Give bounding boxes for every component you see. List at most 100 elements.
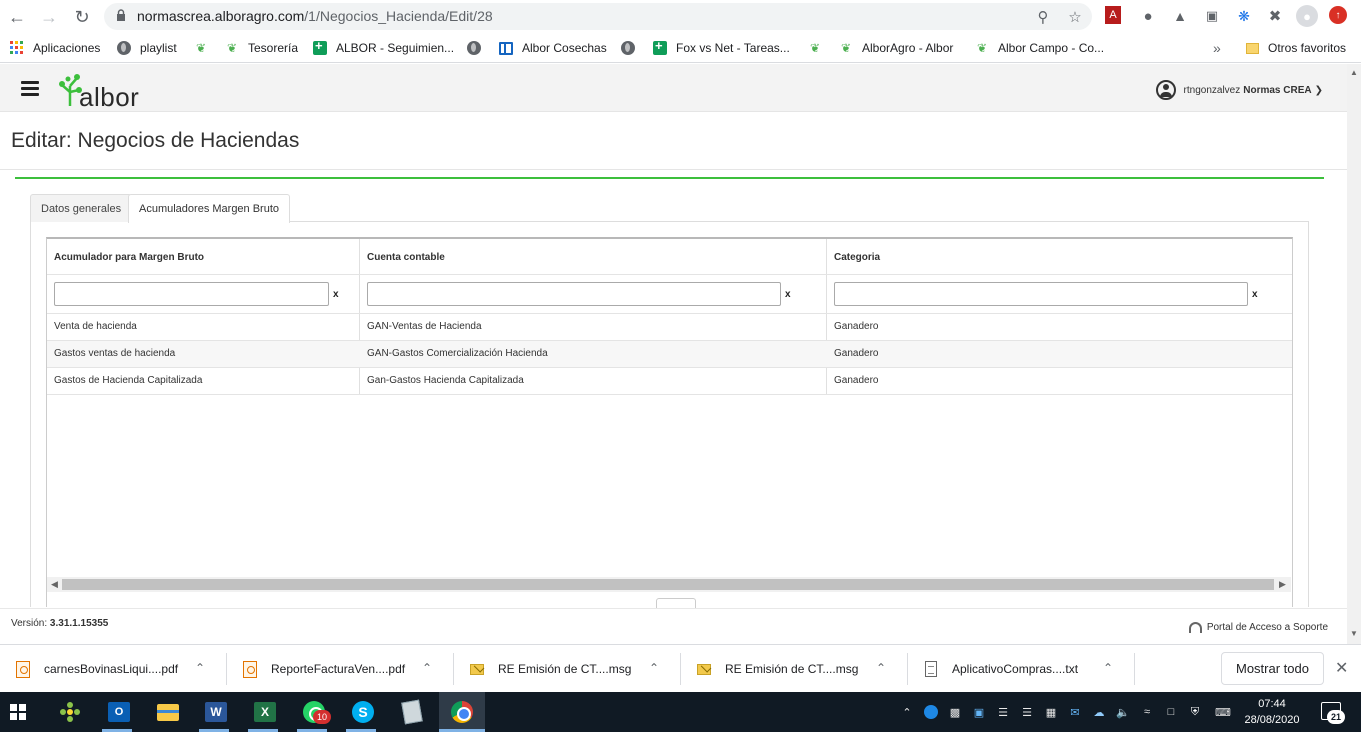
defender-shield-icon[interactable]: ⛨: [1188, 705, 1202, 719]
tray-monitor-icon[interactable]: ▣: [972, 705, 986, 719]
bookmark-albor-seguimiento[interactable]: ALBOR - Seguimien...: [312, 38, 454, 57]
acrobat-extension-icon[interactable]: A: [1105, 6, 1121, 24]
column-header-categoria[interactable]: Categoria: [834, 239, 1284, 275]
scrollbar-thumb[interactable]: [62, 579, 1274, 590]
pager-box[interactable]: [656, 598, 696, 608]
row-divider: [47, 340, 1292, 341]
albor-logo[interactable]: albor: [57, 72, 157, 112]
scroll-down-arrow-icon[interactable]: ▼: [1350, 629, 1358, 638]
excel-icon[interactable]: X: [252, 699, 278, 725]
text-file-icon: [924, 661, 938, 678]
filter-cuenta-input[interactable]: [367, 282, 781, 306]
extension-window-icon[interactable]: ▣: [1202, 6, 1222, 26]
filter-acumulador-input[interactable]: [54, 282, 329, 306]
extension-gear-icon[interactable]: ❋: [1234, 6, 1254, 26]
address-bar[interactable]: normascrea.alboragro.com/1/Negocios_Haci…: [104, 3, 1092, 30]
tray-overflow-chevron-icon[interactable]: ⌃: [900, 705, 914, 719]
profile-avatar-icon[interactable]: ●: [1296, 5, 1318, 27]
drive-extension-icon[interactable]: ▲: [1170, 6, 1190, 26]
page-vertical-scrollbar[interactable]: ▲ ▼: [1347, 64, 1361, 644]
update-arrow-icon[interactable]: ↑: [1329, 6, 1347, 24]
outlook-icon[interactable]: O: [106, 699, 132, 725]
column-header-cuenta-contable[interactable]: Cuenta contable: [367, 239, 817, 275]
scroll-right-arrow-icon[interactable]: ▶: [1279, 579, 1286, 590]
tray-cloud-icon[interactable]: ☁: [1092, 705, 1106, 719]
keyboard-icon[interactable]: ⌨: [1212, 705, 1234, 719]
user-menu[interactable]: rtngonzalvez Normas CREA ❯: [1155, 80, 1323, 100]
filter-categoria-clear-button[interactable]: x: [1252, 289, 1258, 300]
filter-categoria-input[interactable]: [834, 282, 1248, 306]
bookmark-playlist[interactable]: playlist: [116, 39, 177, 57]
close-icon[interactable]: ✕: [1335, 658, 1348, 678]
scroll-left-arrow-icon[interactable]: ◀: [51, 579, 58, 590]
other-bookmarks-folder[interactable]: Otros favoritos: [1244, 39, 1346, 57]
green-app-icon[interactable]: [57, 699, 83, 725]
tray-sync-icon[interactable]: ☰: [996, 705, 1010, 719]
zoom-icon[interactable]: ⚲: [1033, 7, 1053, 27]
bookmark-alboragro[interactable]: ❦ AlborAgro - Albor: [838, 39, 953, 57]
table-cell[interactable]: Gastos ventas de hacienda: [54, 348, 175, 359]
taskbar-clock[interactable]: 07:44 28/08/2020: [1240, 696, 1304, 728]
tab-datos-generales[interactable]: Datos generales: [30, 194, 133, 222]
notepad-icon[interactable]: [399, 699, 425, 725]
download-item[interactable]: carnesBovinasLiqui....pdf ⌃: [16, 645, 226, 693]
extension-circle-icon[interactable]: ●: [1138, 6, 1158, 26]
bookmark-albor-campo[interactable]: ❦ Albor Campo - Co...: [974, 39, 1104, 57]
bookmark-star-icon[interactable]: ☆: [1065, 7, 1085, 27]
tray-chat-icon[interactable]: □: [1164, 705, 1178, 719]
tray-app-icon[interactable]: [924, 705, 938, 719]
header-divider: [47, 274, 1292, 275]
puzzle-extensions-icon[interactable]: ✖: [1265, 6, 1285, 26]
word-icon[interactable]: W: [203, 699, 229, 725]
filter-acumulador-clear-button[interactable]: x: [333, 289, 339, 300]
table-cell[interactable]: Ganadero: [834, 321, 878, 332]
chevron-up-icon[interactable]: ⌃: [422, 661, 432, 675]
menu-hamburger-icon[interactable]: [21, 81, 39, 96]
back-arrow-icon[interactable]: ←: [5, 5, 29, 29]
version-info: Versión: 3.31.1.15355: [11, 618, 109, 629]
show-all-downloads-button[interactable]: Mostrar todo: [1221, 652, 1324, 685]
table-cell[interactable]: Venta de hacienda: [54, 321, 137, 332]
bookmark-albor-2[interactable]: ❦: [807, 39, 831, 57]
tray-printer-icon[interactable]: ▩: [948, 705, 962, 719]
table-cell[interactable]: Gan-Gastos Hacienda Capitalizada: [367, 375, 524, 386]
tray-sync-icon[interactable]: ☰: [1020, 705, 1034, 719]
wifi-icon[interactable]: ≈: [1140, 705, 1154, 719]
download-item[interactable]: RE Emisión de CT....msg ⌃: [697, 645, 907, 693]
table-cell[interactable]: Gastos de Hacienda Capitalizada: [54, 375, 202, 386]
scroll-up-arrow-icon[interactable]: ▲: [1350, 68, 1358, 77]
skype-icon[interactable]: S: [350, 699, 376, 725]
bookmark-fox-vs-net[interactable]: Fox vs Net - Tareas...: [652, 38, 790, 57]
support-portal-link[interactable]: Portal de Acceso a Soporte: [1188, 622, 1328, 633]
column-header-acumulador[interactable]: Acumulador para Margen Bruto: [54, 239, 354, 275]
bookmark-globe-2[interactable]: [620, 39, 644, 57]
bookmark-albor-cosechas[interactable]: Albor Cosechas: [498, 39, 607, 57]
volume-icon[interactable]: 🔈: [1116, 705, 1130, 719]
bookmark-tesoreria[interactable]: ❦ Tesorería: [224, 39, 298, 57]
chrome-icon[interactable]: [449, 699, 475, 725]
download-item[interactable]: ReporteFacturaVen....pdf ⌃: [243, 645, 453, 693]
chevron-up-icon[interactable]: ⌃: [195, 661, 205, 675]
chevron-up-icon[interactable]: ⌃: [649, 661, 659, 675]
windows-start-icon[interactable]: [10, 704, 27, 721]
grid-horizontal-scrollbar[interactable]: ◀ ▶: [47, 577, 1291, 592]
download-item[interactable]: RE Emisión de CT....msg ⌃: [470, 645, 680, 693]
bookmark-apps[interactable]: Aplicaciones: [9, 39, 100, 57]
table-cell[interactable]: Ganadero: [834, 375, 878, 386]
forward-arrow-icon[interactable]: →: [37, 5, 61, 29]
chevron-up-icon[interactable]: ⌃: [1103, 661, 1113, 675]
tray-network-alert-icon[interactable]: ▦: [1044, 705, 1058, 719]
bookmark-globe-1[interactable]: [466, 39, 490, 57]
tab-acumuladores-margen-bruto[interactable]: Acumuladores Margen Bruto: [128, 194, 291, 223]
chevron-up-icon[interactable]: ⌃: [876, 661, 886, 675]
bookmark-albor-1[interactable]: ❦: [193, 39, 217, 57]
table-cell[interactable]: GAN-Ventas de Hacienda: [367, 321, 482, 332]
download-item[interactable]: AplicativoCompras....txt ⌃: [924, 645, 1134, 693]
table-cell[interactable]: GAN-Gastos Comercialización Hacienda: [367, 348, 548, 359]
tray-outlook-icon[interactable]: ✉: [1068, 705, 1082, 719]
table-cell[interactable]: Ganadero: [834, 348, 878, 359]
filter-cuenta-clear-button[interactable]: x: [785, 289, 791, 300]
file-explorer-icon[interactable]: [155, 699, 181, 725]
bookmarks-overflow-button[interactable]: »: [1213, 39, 1221, 57]
reload-icon[interactable]: ↻: [70, 5, 94, 29]
